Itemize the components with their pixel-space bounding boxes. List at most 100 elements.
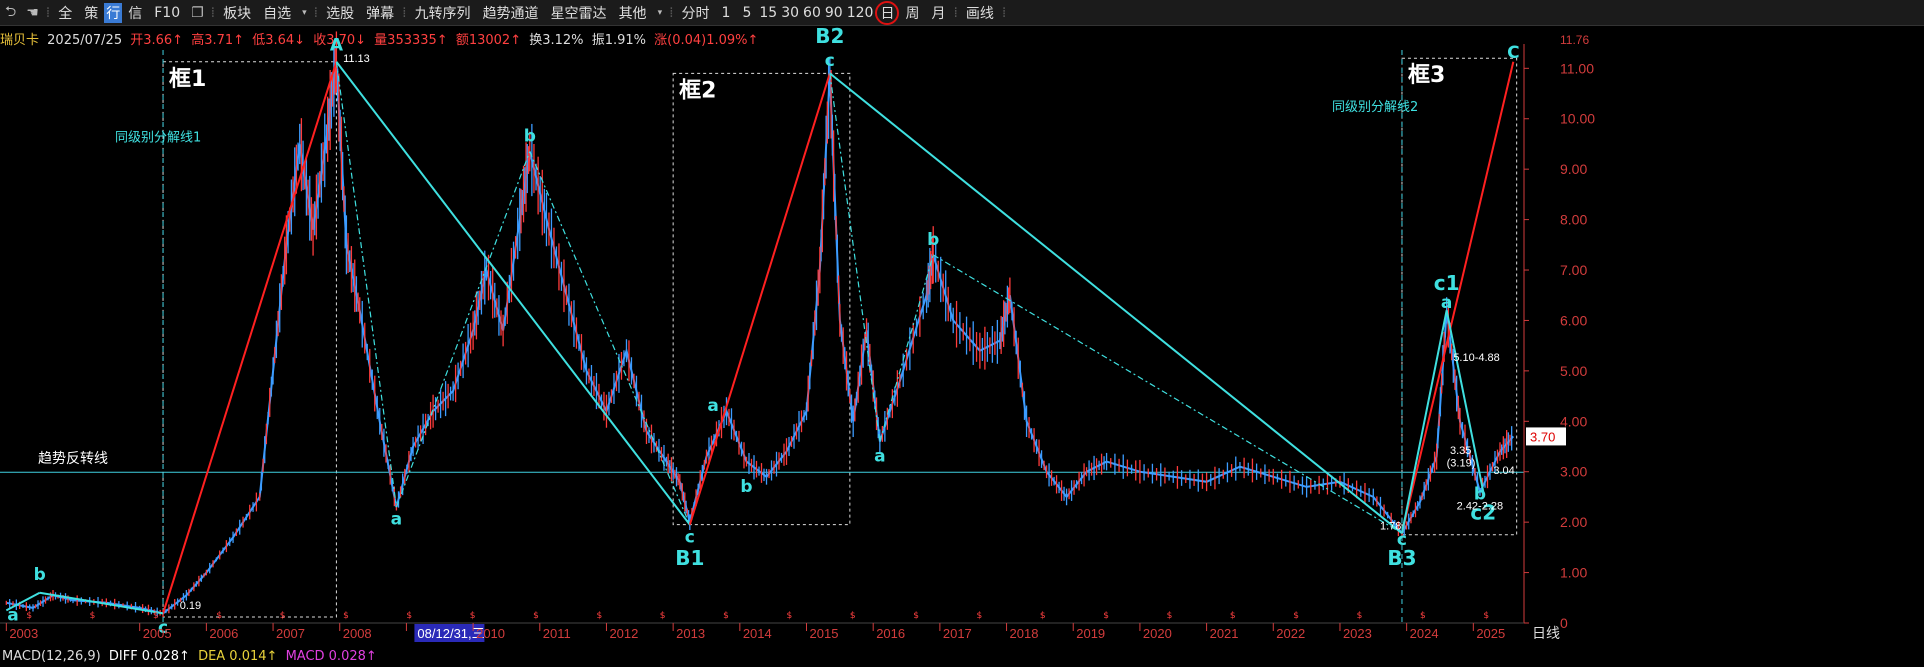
dividend-marker: $: [280, 611, 286, 621]
toolbar-item-danmaku[interactable]: 弹幕: [360, 3, 400, 23]
wave-label: a: [391, 510, 402, 530]
wave-label: a: [7, 605, 18, 625]
x-tick-label: 2007: [276, 626, 305, 641]
toolbar-item-other[interactable]: 其他: [613, 3, 653, 23]
y-tick-label: 9.00: [1560, 161, 1587, 177]
x-tick-label: 2018: [1010, 626, 1039, 641]
chevron-down-icon[interactable]: ▾: [653, 8, 668, 18]
y-tick-label: 8.00: [1560, 212, 1587, 228]
y-tick-label: 1.00: [1560, 565, 1587, 581]
dividend-marker: $: [343, 611, 349, 621]
dividend-marker: $: [977, 611, 983, 621]
wave-label: a: [874, 447, 885, 467]
toolbar-item-screener[interactable]: 选股: [320, 3, 360, 23]
x-tick-label: 2005: [143, 626, 172, 641]
wave-line: [529, 151, 691, 525]
y-tick-label: 5.00: [1560, 363, 1587, 379]
period-60[interactable]: 60: [801, 5, 823, 21]
wave-label: c1: [1434, 271, 1460, 295]
dividend-marker: $: [787, 611, 793, 621]
wave-label: c: [1397, 530, 1407, 550]
wave-label: a: [1441, 293, 1452, 313]
x-tick-label: 2010: [476, 626, 505, 641]
y-tick-label: 6.00: [1560, 312, 1587, 328]
period-90[interactable]: 90: [823, 5, 845, 21]
current-price-label: 3.70: [1530, 429, 1555, 444]
dividend-marker: $: [1293, 611, 1299, 621]
wave-line: [395, 151, 531, 508]
toolbar-item-strategy[interactable]: 策: [78, 3, 104, 23]
toolbar-item-star-radar[interactable]: 星空雷达: [545, 3, 613, 23]
price-annotation: (3.19): [1447, 458, 1476, 470]
frame-label: 框1: [169, 67, 206, 92]
macd-label: MACD(12,26,9): [2, 649, 101, 664]
period-30[interactable]: 30: [779, 5, 801, 21]
period-15[interactable]: 15: [757, 5, 779, 21]
toolbar-item-f10[interactable]: F10: [148, 5, 186, 21]
decomposition-label: 同级别分解线1: [115, 130, 201, 145]
macd-indicator-bar: MACD(12,26,9) DIFF 0.028↑ DEA 0.014↑ MAC…: [2, 649, 381, 664]
decomposition-label: 同级别分解线2: [1332, 100, 1418, 115]
period-120[interactable]: 120: [845, 5, 876, 21]
hand-icon[interactable]: ☚: [21, 5, 44, 21]
period-day[interactable]: 日: [875, 0, 900, 25]
period-intraday[interactable]: 分时: [676, 3, 716, 23]
toolbar-item-trend-channel[interactable]: 趋势通道: [477, 3, 545, 23]
wave-label: b: [524, 126, 536, 146]
wave-line: [932, 254, 1403, 534]
toolbar-item-watchlist[interactable]: 自选: [257, 3, 297, 23]
dividend-marker: $: [1483, 611, 1489, 621]
toolbar-item-nine-turn[interactable]: 九转序列: [409, 3, 477, 23]
wave-label: c: [685, 527, 695, 547]
x-tick-label: 2016: [876, 626, 905, 641]
toolbar-item-draw[interactable]: 画线: [960, 3, 1000, 23]
toolbar-item-info[interactable]: 信: [122, 3, 148, 23]
x-tick-label: 2011: [543, 626, 571, 641]
dividend-marker: $: [1420, 611, 1426, 621]
kline-chart[interactable]: 框1 框2框3 趋势反转线同级别分解线1同级别分解线2 abcAabcB1abB2…: [0, 26, 1924, 649]
x-tick-label: 2023: [1343, 626, 1372, 641]
wave-label: b: [34, 565, 46, 585]
wave-label: C: [1507, 43, 1519, 63]
divider: ⁞: [210, 4, 216, 21]
price-annotation: 3.35: [1450, 445, 1471, 457]
period-month[interactable]: 月: [925, 3, 951, 23]
x-tick-label: 2003: [9, 626, 38, 641]
divider: ⁞: [402, 4, 407, 21]
divider: ⁞: [1001, 4, 1007, 21]
divider: ⁞: [313, 4, 319, 21]
frame-box: [672, 72, 851, 526]
toolbar-item-all[interactable]: 全: [52, 3, 78, 23]
period-1[interactable]: 1: [716, 5, 737, 21]
x-tick-label: 08/12/31,三: [417, 626, 484, 641]
window-icon[interactable]: ❐: [186, 5, 209, 21]
dividend-marker: $: [596, 611, 602, 621]
x-tick-label: 2014: [743, 626, 772, 641]
price-annotation: 11.13: [343, 53, 370, 65]
wave-line: [688, 73, 831, 525]
macd-dea: DEA 0.014↑: [198, 649, 278, 664]
period-week[interactable]: 周: [899, 3, 925, 23]
period-5[interactable]: 5: [736, 5, 757, 21]
x-tick-label: 2024: [1410, 626, 1439, 641]
y-top-label: 11.76: [1560, 33, 1589, 47]
dividend-marker: $: [850, 611, 856, 621]
back-icon[interactable]: ⮌: [0, 1, 21, 25]
price-annotation: 3.04: [1493, 465, 1514, 477]
price-annotation: 5.10-4.88: [1453, 352, 1499, 364]
y-tick-label: 11.00: [1560, 60, 1594, 76]
dividend-marker: $: [660, 611, 666, 621]
price-annotation: 1.78: [1380, 521, 1401, 533]
wave-label: B1: [675, 546, 704, 570]
wave-label: c: [825, 51, 835, 71]
divider: ⁞: [45, 4, 51, 21]
price-annotation: 0.19: [180, 600, 201, 612]
toolbar-item-sector[interactable]: 板块: [217, 3, 257, 23]
x-tick-label: 2015: [810, 626, 839, 641]
dividend-marker: $: [216, 611, 222, 621]
price-annotation: 2.42-2.28: [1457, 501, 1503, 513]
x-tick-label: 2012: [609, 626, 638, 641]
toolbar-item-quote[interactable]: 行: [104, 2, 123, 23]
macd-value: MACD 0.028↑: [285, 649, 377, 664]
chevron-down-icon[interactable]: ▾: [297, 8, 312, 18]
